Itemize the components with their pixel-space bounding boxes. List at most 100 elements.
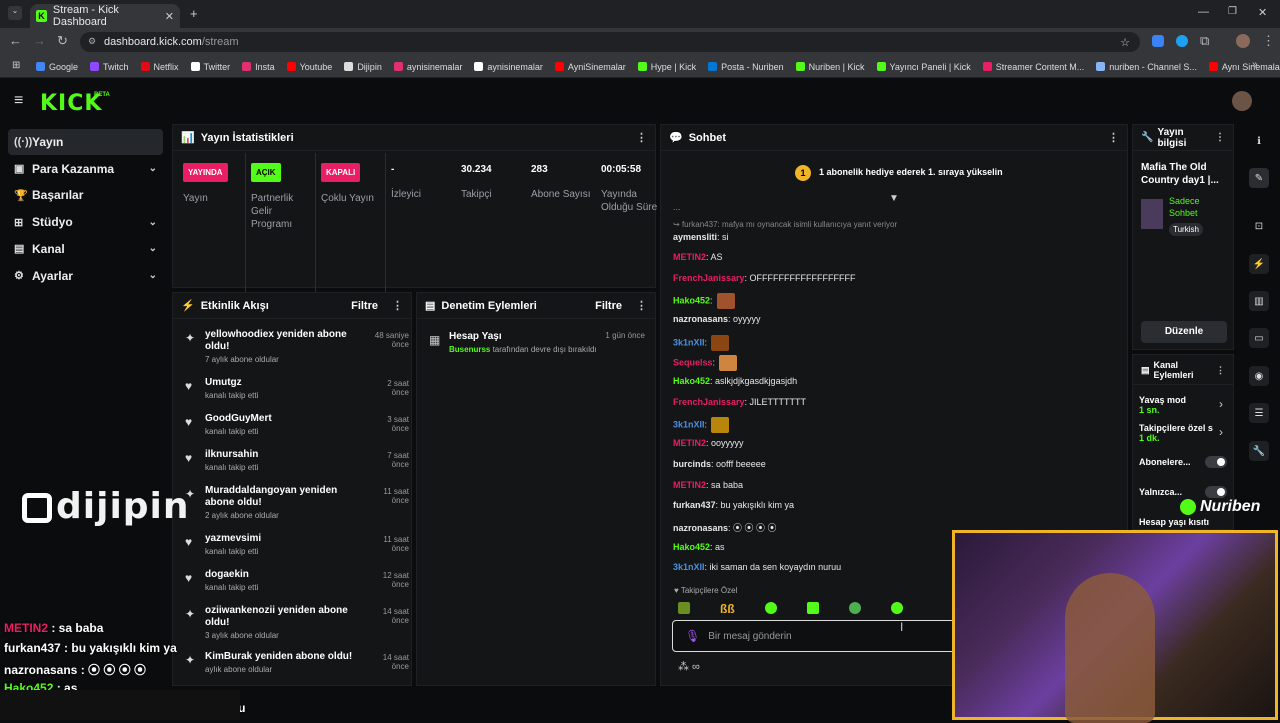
info-icon[interactable]: ℹ: [1249, 131, 1269, 151]
microphone-icon[interactable]: 🎙: [685, 629, 700, 643]
followers-mode-label[interactable]: Takipçilere özel s1 dk.: [1139, 423, 1215, 443]
moderation-filter-button[interactable]: Filtre: [595, 300, 622, 312]
activity-menu-icon[interactable]: ⋮: [392, 299, 403, 312]
bookmark-item[interactable]: Posta - Nuriben: [708, 62, 784, 72]
bookmark-item[interactable]: Insta: [242, 62, 275, 72]
chat-message[interactable]: Hako452: as: [673, 542, 725, 552]
list-item[interactable]: ✦ KimBurak yeniden abone oldu! aylık abone…: [185, 651, 409, 674]
chat-message[interactable]: FrenchJanissary: OFFFFFFFFFFFFFFFFFF: [673, 273, 856, 283]
window-close-icon[interactable]: ✕: [1258, 6, 1267, 19]
pinned-toggle-icon[interactable]: ▼: [889, 193, 899, 204]
activity-filter-button[interactable]: Filtre: [351, 300, 378, 312]
bookmark-item[interactable]: Streamer Content M...: [982, 62, 1084, 72]
minimize-icon[interactable]: —: [1198, 6, 1209, 18]
bookmark-item[interactable]: Youtube: [286, 62, 332, 72]
emote-5-icon[interactable]: [848, 602, 861, 614]
sidebar-item[interactable]: ((·)) Yayın: [8, 129, 163, 155]
bookmark-item[interactable]: Twitter: [190, 62, 230, 72]
chat-username[interactable]: aymensliti: [673, 232, 717, 242]
chevron-down-icon[interactable]: ⌄: [149, 243, 157, 254]
chat-tools-icon[interactable]: ⁂ ∞: [678, 660, 700, 673]
chat-username[interactable]: METIN2: [673, 252, 706, 262]
slow-mode-label[interactable]: Yavaş mod 1 sn.: [1139, 395, 1186, 415]
emote-1-icon[interactable]: [678, 602, 690, 614]
browser-tab[interactable]: K Stream - Kick Dashboard ✕: [30, 4, 180, 28]
chat-message[interactable]: nazronasans: oyyyyy: [673, 314, 761, 324]
chevron-down-icon[interactable]: ⌄: [149, 217, 157, 228]
chat-message[interactable]: Sequelss:: [673, 355, 738, 371]
back-icon[interactable]: ←: [9, 33, 22, 48]
info-menu-icon[interactable]: ⋮: [1215, 132, 1225, 143]
chevron-down-icon[interactable]: ⌄: [149, 270, 157, 281]
profile-avatar[interactable]: [1236, 34, 1250, 48]
chat-message[interactable]: furkan437: bu yakışıklı kim ya: [673, 500, 794, 510]
bookmark-item[interactable]: aynisinemalar: [474, 62, 543, 72]
chat-message[interactable]: 3k1nXII: iki saman da sen koyaydın nuruu: [673, 562, 841, 572]
sidebar-item[interactable]: ▤ Kanal ⌄: [8, 236, 163, 262]
subs-only-toggle[interactable]: [1205, 456, 1227, 468]
chat-username[interactable]: Hako452: [673, 295, 710, 305]
chat-message[interactable]: FrenchJanissary: JILETTTTTTT: [673, 397, 806, 407]
chat-username[interactable]: Sequelss: [673, 357, 713, 367]
chat-message[interactable]: Hako452: aslkjdjkgasdkjgasjdh: [673, 376, 797, 386]
chat-username[interactable]: Hako452: [673, 542, 710, 552]
chat-message[interactable]: aymensliti: si: [673, 232, 729, 242]
chat-username[interactable]: nazronasans: [673, 523, 728, 533]
followers-chevron-icon[interactable]: ›: [1219, 425, 1223, 439]
sidebar-item[interactable]: 🏆 Başarılar: [8, 182, 163, 208]
list-item[interactable]: ♥ ilknursahin kanalı takip etti 7 saat önce: [185, 449, 409, 472]
bookmark-item[interactable]: AyniSinemalar: [554, 62, 626, 72]
lightning-icon[interactable]: ⚡: [1249, 254, 1269, 274]
bookmarks-more-icon[interactable]: »: [1252, 59, 1258, 70]
chevron-down-icon[interactable]: ⌄: [149, 163, 157, 174]
sidebar-item[interactable]: ⚙ Ayarlar ⌄: [8, 263, 163, 289]
browser-menu-icon[interactable]: ⋮: [1262, 33, 1275, 49]
extension-shield-icon[interactable]: [1152, 35, 1164, 47]
tab-close-icon[interactable]: ✕: [165, 10, 174, 23]
stats-menu-icon[interactable]: ⋮: [636, 131, 647, 144]
bookmark-item[interactable]: Dijipin: [344, 62, 382, 72]
chat-username[interactable]: burcinds: [673, 459, 711, 469]
broadcast-icon[interactable]: ◉: [1249, 366, 1269, 386]
hamburger-menu-icon[interactable]: ≡: [14, 92, 23, 110]
chat-message[interactable]: Hako452:: [673, 293, 735, 309]
bookmark-item[interactable]: nuriben - Channel S...: [1096, 62, 1197, 72]
chat-message[interactable]: 3k1nXII:: [673, 335, 730, 351]
tab-search-button[interactable]: ⌄: [8, 6, 22, 20]
bookmark-item[interactable]: Netflix: [140, 62, 179, 72]
chat-username[interactable]: 3k1nXII: [673, 419, 705, 429]
tools-icon[interactable]: 🔧: [1249, 441, 1269, 461]
bookmark-item[interactable]: Twitch: [90, 62, 129, 72]
bookmark-star-icon[interactable]: ☆: [1120, 36, 1130, 49]
site-info-icon[interactable]: ⚙: [88, 36, 96, 47]
list-item[interactable]: ✦ oziiwankenozii yeniden abone oldu! 3 ayl…: [185, 605, 409, 640]
chat-username[interactable]: 3k1nXII: [673, 562, 705, 572]
emote-4-icon[interactable]: [806, 602, 819, 614]
chat-message[interactable]: nazronasans: ⦿ ⦿ ⦿ ⦿: [673, 521, 777, 534]
document-icon[interactable]: ▥: [1249, 291, 1269, 311]
list-item[interactable]: ✦ yellowhoodiex yeniden abone oldu! 7 aylı…: [185, 329, 409, 364]
chat-username[interactable]: 3k1nXII: [673, 337, 705, 347]
chat-menu-icon[interactable]: ⋮: [1108, 131, 1119, 144]
maximize-icon[interactable]: ❐: [1228, 6, 1237, 17]
extension-icon[interactable]: [1176, 35, 1188, 47]
chat-username[interactable]: METIN2: [673, 438, 706, 448]
bookmark-item[interactable]: Aynı Sinemalar - Ça...: [1208, 62, 1280, 72]
only-toggle[interactable]: [1205, 486, 1227, 498]
account-age-label[interactable]: Hesap yaşı kısıtı: [1139, 517, 1209, 527]
chat-message[interactable]: 3k1nXII:: [673, 417, 730, 433]
screen-icon[interactable]: ⊡: [1249, 216, 1269, 236]
chat-username[interactable]: FrenchJanissary: [673, 273, 745, 283]
chat-username[interactable]: nazronasans: [673, 314, 728, 324]
bookmark-item[interactable]: Google: [36, 62, 78, 72]
chat-message[interactable]: METIN2: sa baba: [673, 480, 743, 490]
emote-2-icon[interactable]: ßß: [720, 602, 735, 616]
apps-grid-icon[interactable]: ⊞: [12, 60, 20, 71]
list-item[interactable]: ♥ dogaekin kanalı takip etti 12 saat önce: [185, 569, 409, 592]
list-item[interactable]: ♥ Umutgz kanalı takip etti 2 saat önce: [185, 377, 409, 400]
list-item[interactable]: ♥ yazmevsimi kanalı takip etti 11 saat önce: [185, 533, 409, 556]
emote-6-icon[interactable]: [890, 602, 903, 614]
sidebar-item[interactable]: ⊞ Stüdyo ⌄: [8, 209, 163, 235]
layers-icon[interactable]: ☰: [1249, 403, 1269, 423]
bookmark-item[interactable]: Yayıncı Paneli | Kick: [876, 62, 971, 72]
